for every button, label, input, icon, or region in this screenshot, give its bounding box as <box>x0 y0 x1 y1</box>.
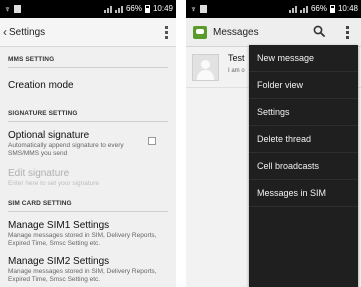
settings-screen: ♆ 66% 10:49 ‹ Settings MMS SETTING Creat… <box>0 0 176 287</box>
battery-icon <box>144 5 150 13</box>
battery-icon <box>329 5 335 13</box>
manage-sim2-item[interactable]: Manage SIM2 Settings Manage messages sto… <box>8 254 168 287</box>
overflow-menu: New message Folder view Settings Delete … <box>249 45 358 287</box>
menu-item-delete-thread[interactable]: Delete thread <box>249 126 358 153</box>
battery-percent: 66% <box>310 4 327 13</box>
settings-list: MMS SETTING Creation mode SIGNATURE SETT… <box>0 47 176 287</box>
signal-icon <box>299 5 308 13</box>
signal-icon <box>103 5 112 13</box>
pref-title: Creation mode <box>8 80 74 91</box>
action-bar: ‹ Settings <box>0 18 176 47</box>
contact-name: Test <box>228 53 245 63</box>
menu-item-messages-in-sim[interactable]: Messages in SIM <box>249 180 358 207</box>
notification-icon <box>13 5 21 13</box>
page-title[interactable]: Settings <box>9 27 45 38</box>
menu-item-folder-view[interactable]: Folder view <box>249 72 358 99</box>
status-bar: ♆ 66% 10:49 <box>0 0 176 18</box>
pref-summary: Enter here to set your signature <box>8 180 100 187</box>
message-preview: I am o <box>228 68 245 74</box>
optional-signature-item[interactable]: Optional signature Automatically append … <box>8 122 168 164</box>
menu-item-new-message[interactable]: New message <box>249 45 358 72</box>
overflow-menu-icon[interactable] <box>346 26 349 39</box>
overflow-menu-icon[interactable] <box>165 26 168 39</box>
edit-signature-item: Edit signature Enter here to set your si… <box>8 164 168 194</box>
usb-icon: ♆ <box>190 4 197 14</box>
search-icon[interactable] <box>313 25 325 37</box>
pref-summary: Automatically append signature to every … <box>8 142 124 157</box>
messages-screen: ♆ 66% 10:48 Messages Test I am o New mes… <box>186 0 361 287</box>
menu-item-cell-broadcasts[interactable]: Cell broadcasts <box>249 153 358 180</box>
category-header: SIGNATURE SETTING <box>8 101 168 122</box>
contact-avatar-icon <box>192 54 219 81</box>
category-header: MMS SETTING <box>8 47 168 68</box>
creation-mode-item[interactable]: Creation mode <box>8 68 168 101</box>
category-header: SIM CARD SETTING <box>8 194 168 212</box>
action-bar: Messages <box>186 18 361 47</box>
clock: 10:49 <box>152 4 173 13</box>
notification-icon <box>199 5 207 13</box>
usb-icon: ♆ <box>4 4 11 14</box>
manage-sim1-item[interactable]: Manage SIM1 Settings Manage messages sto… <box>8 212 168 254</box>
page-title: Messages <box>213 26 259 38</box>
back-chevron-icon[interactable]: ‹ <box>3 25 7 39</box>
clock: 10:48 <box>337 4 358 13</box>
pref-title: Optional signature <box>8 130 90 141</box>
optional-signature-checkbox[interactable] <box>148 137 156 145</box>
battery-percent: 66% <box>125 4 142 13</box>
menu-item-settings[interactable]: Settings <box>249 99 358 126</box>
pref-summary: Manage messages stored in SIM, Delivery … <box>8 268 157 283</box>
pref-summary: Manage messages stored in SIM, Delivery … <box>8 232 157 247</box>
pref-title: Manage SIM2 Settings <box>8 256 110 267</box>
messaging-app-icon <box>193 25 207 39</box>
pref-title: Manage SIM1 Settings <box>8 220 110 231</box>
signal-icon <box>114 5 123 13</box>
status-bar: ♆ 66% 10:48 <box>186 0 361 18</box>
signal-icon <box>288 5 297 13</box>
pref-title: Edit signature <box>8 168 70 179</box>
